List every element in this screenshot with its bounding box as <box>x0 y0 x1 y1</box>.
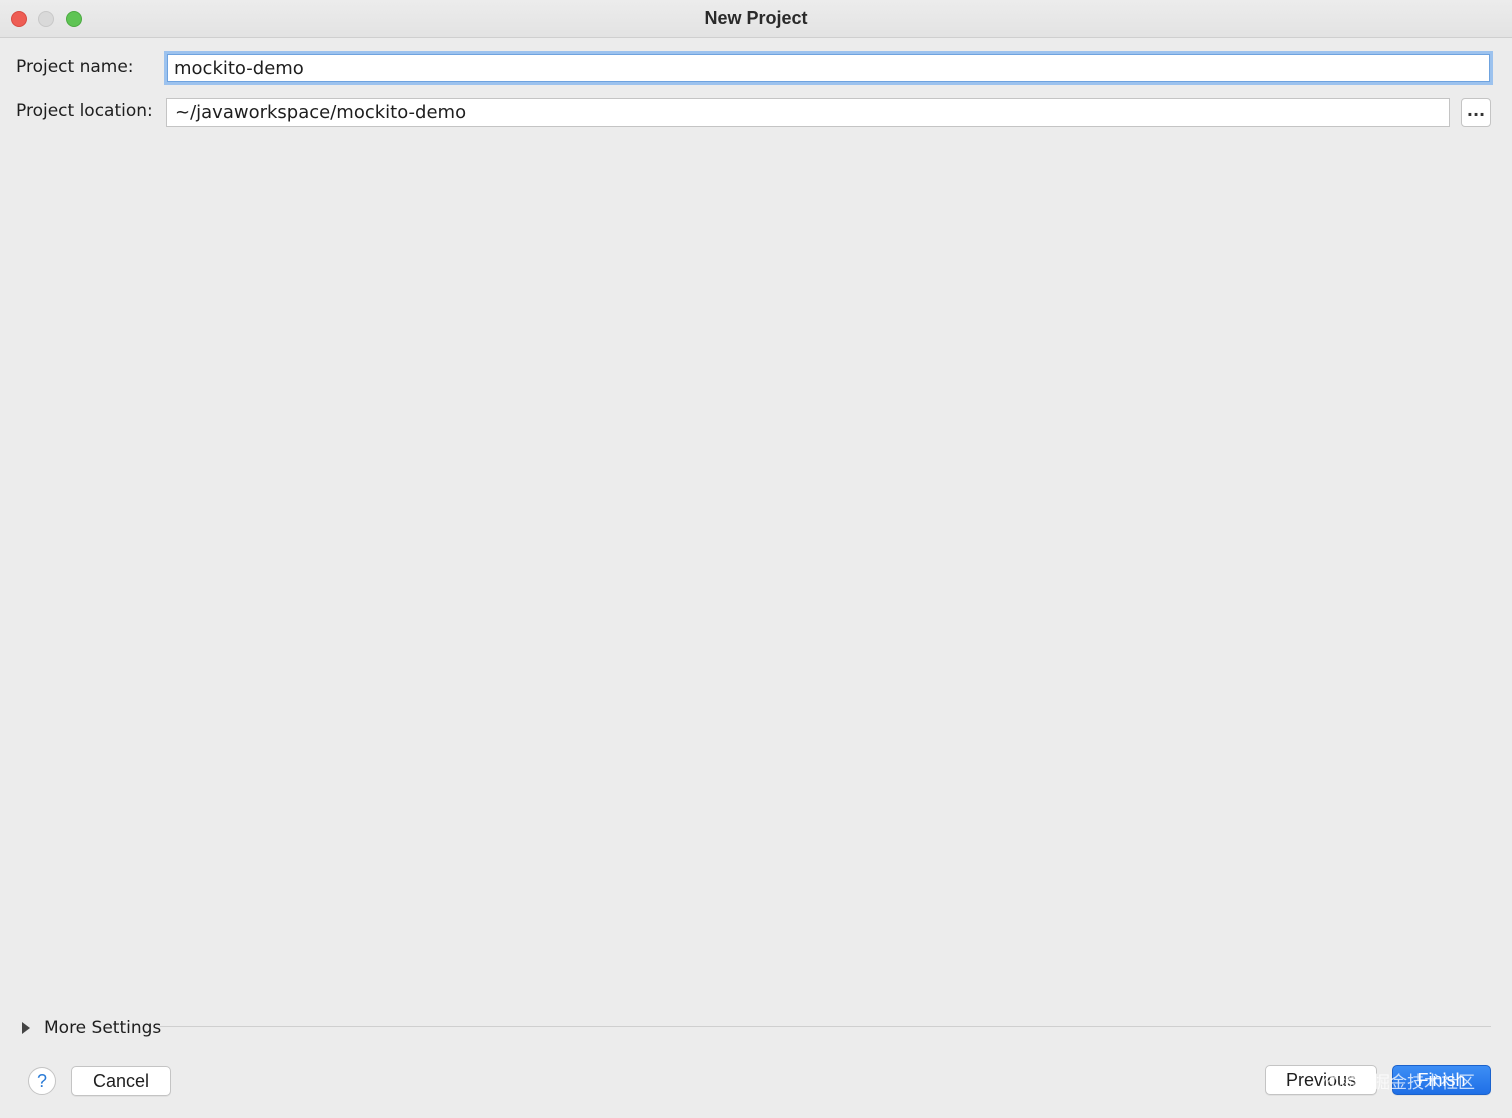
disclosure-triangle-icon[interactable] <box>22 1022 30 1034</box>
project-name-label: Project name: <box>16 57 134 77</box>
more-settings-divider <box>160 1026 1491 1027</box>
browse-location-button[interactable]: ... <box>1461 98 1491 127</box>
project-name-input[interactable]: mockito-demo <box>164 51 1493 85</box>
previous-button[interactable]: Previous <box>1265 1065 1377 1095</box>
help-icon[interactable]: ? <box>28 1067 56 1095</box>
project-location-input[interactable]: ~/javaworkspace/mockito-demo <box>166 98 1450 127</box>
new-project-window: New Project Project name: mockito-demo P… <box>0 0 1512 1118</box>
title-bar[interactable]: New Project <box>0 0 1512 38</box>
more-settings-toggle[interactable]: More Settings <box>22 1016 161 1040</box>
project-name-value: mockito-demo <box>174 57 304 79</box>
more-settings-label[interactable]: More Settings <box>44 1018 161 1038</box>
project-location-value: ~/javaworkspace/mockito-demo <box>175 102 467 123</box>
window-title: New Project <box>704 8 808 28</box>
project-location-label: Project location: <box>16 101 153 121</box>
cancel-button[interactable]: Cancel <box>71 1066 171 1096</box>
finish-button[interactable]: Finish <box>1392 1065 1491 1095</box>
